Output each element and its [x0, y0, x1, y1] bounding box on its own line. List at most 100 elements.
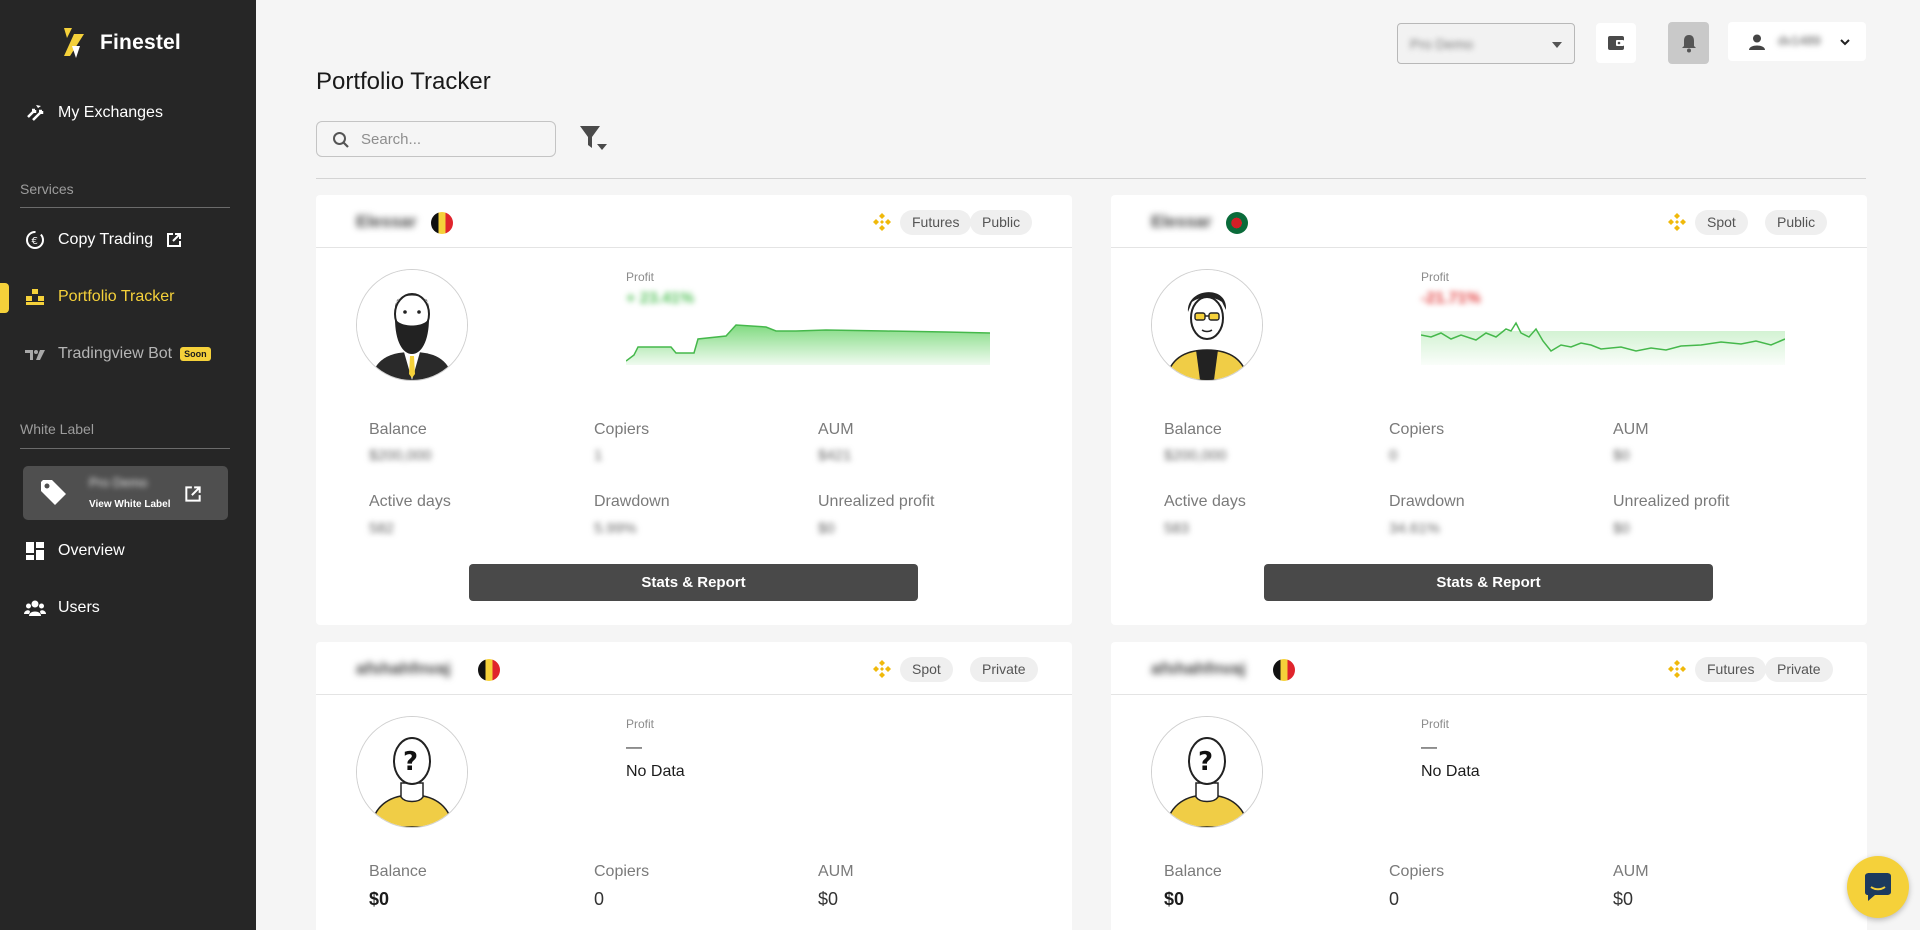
copiers-label: Copiers [1389, 421, 1445, 438]
drawdown-value: 34.61% [1389, 520, 1440, 537]
brand[interactable]: Finestel [58, 26, 181, 60]
balance-label: Balance [1164, 421, 1222, 438]
visibility-chip: Public [970, 210, 1033, 235]
unrealized-profit-label: Unrealized profit [818, 493, 935, 510]
sidebar-item-label: Overview [58, 542, 125, 559]
page-title: Portfolio Tracker [316, 68, 491, 95]
copiers-value: 0 [1389, 889, 1400, 909]
sidebar-item-users[interactable]: Users [24, 597, 100, 619]
active-days-value: 583 [1164, 520, 1190, 537]
tradingview-icon [25, 350, 45, 360]
drawdown-label: Drawdown [594, 493, 670, 510]
portfolio-name[interactable]: Elessar [1151, 212, 1212, 232]
visibility-chip: Public [1765, 210, 1828, 235]
plan-select[interactable]: Pro Demo [1397, 23, 1575, 64]
user-icon [1749, 34, 1765, 50]
market-chip: Futures [1695, 657, 1767, 682]
balance-value: $200,000 [1164, 447, 1227, 464]
card-header: Elessar Spot Public [1111, 195, 1867, 248]
stats-report-button[interactable]: Stats & Report [469, 564, 918, 601]
portfolio-card: Elessar Futures Public Profit + 23.41% B… [316, 195, 1072, 625]
profit-label: Profit [1421, 717, 1450, 731]
section-label-services: Services [20, 181, 74, 197]
market-chip: Spot [900, 657, 953, 682]
market-chip: Spot [1695, 210, 1748, 235]
stats-report-button[interactable]: Stats & Report [1264, 564, 1713, 601]
overview-grid-icon [26, 542, 44, 560]
unrealized-profit-value: $0 [1613, 520, 1630, 537]
belgium-flag-icon [1273, 659, 1295, 681]
balance-label: Balance [1164, 863, 1222, 880]
aum-value: $0 [818, 889, 839, 909]
search-box[interactable] [316, 121, 556, 157]
sidebar-item-my-exchanges[interactable]: My Exchanges [24, 102, 163, 124]
chat-support-button[interactable] [1847, 856, 1909, 918]
tag-icon [41, 480, 66, 505]
aum-value: $0 [1613, 447, 1630, 464]
profit-empty-value: — [626, 739, 642, 756]
search-input[interactable] [361, 129, 541, 149]
external-link-icon [167, 233, 182, 247]
white-label-card[interactable]: Pro Demo View White Label [23, 466, 228, 520]
profit-label: Profit [1421, 270, 1450, 284]
view-white-label-link[interactable]: View White Label [89, 499, 171, 510]
sidebar-item-label: Portfolio Tracker [58, 288, 175, 305]
portfolio-tracker-icon [26, 289, 44, 305]
finestel-logo-icon [64, 28, 84, 58]
sidebar-item-label: Tradingview Bot [58, 345, 173, 362]
portfolio-card: afshahfnvaj Spot Private ? Profit — No D… [316, 642, 1072, 930]
visibility-chip: Private [970, 657, 1038, 682]
profit-value: + 23.41% [626, 290, 695, 307]
balance-label: Balance [369, 421, 427, 438]
portfolio-name[interactable]: Elessar [356, 212, 417, 232]
exchange-arrows-icon [27, 105, 44, 121]
unknown-person-avatar-icon: ? [357, 717, 467, 827]
wallet-icon [1608, 36, 1624, 50]
no-data-text: No Data [626, 763, 685, 780]
sidebar-item-label: Users [58, 599, 100, 616]
sidebar-item-tradingview-bot[interactable]: Tradingview Bot Soon [24, 343, 211, 365]
drawdown-label: Drawdown [1389, 493, 1465, 510]
aum-label: AUM [1613, 421, 1649, 438]
sidebar-item-portfolio-tracker[interactable]: Portfolio Tracker [24, 286, 174, 308]
market-chip: Futures [900, 210, 972, 235]
wallet-button[interactable] [1596, 23, 1636, 63]
section-divider [20, 207, 230, 208]
svg-text:€: € [32, 236, 38, 247]
avatar [1151, 269, 1263, 381]
plan-select-value: Pro Demo [1410, 36, 1474, 52]
portfolio-name[interactable]: afshahfnvaj [356, 659, 450, 679]
sidebar: Finestel My Exchanges Services € Copy Tr… [0, 0, 256, 930]
belgium-flag-icon [478, 659, 500, 681]
belgium-flag-icon [431, 212, 453, 234]
profit-empty-value: — [1421, 739, 1437, 756]
binance-icon [873, 660, 891, 678]
filter-icon[interactable] [578, 124, 610, 156]
user-menu[interactable]: dv1489 [1728, 22, 1866, 61]
active-days-label: Active days [369, 493, 451, 510]
sidebar-item-overview[interactable]: Overview [24, 540, 125, 562]
soon-badge: Soon [180, 347, 211, 361]
profit-sparkline [626, 324, 990, 365]
copiers-label: Copiers [1389, 863, 1445, 880]
portfolio-card: afshahfnvaj Futures Private ? Profit — N… [1111, 642, 1867, 930]
section-label-white-label: White Label [20, 421, 94, 437]
active-days-value: 582 [369, 520, 395, 537]
portfolio-name[interactable]: afshahfnvaj [1151, 659, 1245, 679]
external-link-icon[interactable] [183, 484, 203, 504]
visibility-chip: Private [1765, 657, 1833, 682]
binance-icon [1668, 213, 1686, 231]
white-label-name: Pro Demo [89, 475, 148, 490]
binance-icon [1668, 660, 1686, 678]
aum-value: $421 [818, 447, 852, 464]
card-header: Elessar Futures Public [316, 195, 1072, 248]
users-icon [24, 600, 46, 616]
sidebar-item-copy-trading[interactable]: € Copy Trading [24, 229, 183, 251]
aum-value: $0 [1613, 889, 1634, 909]
notifications-button[interactable] [1668, 22, 1709, 64]
bangladesh-flag-icon [1226, 212, 1248, 234]
man-with-glasses-avatar-icon [1152, 270, 1262, 380]
unrealized-profit-value: $0 [818, 520, 835, 537]
active-indicator [0, 283, 9, 313]
profit-sparkline [1421, 321, 1785, 365]
